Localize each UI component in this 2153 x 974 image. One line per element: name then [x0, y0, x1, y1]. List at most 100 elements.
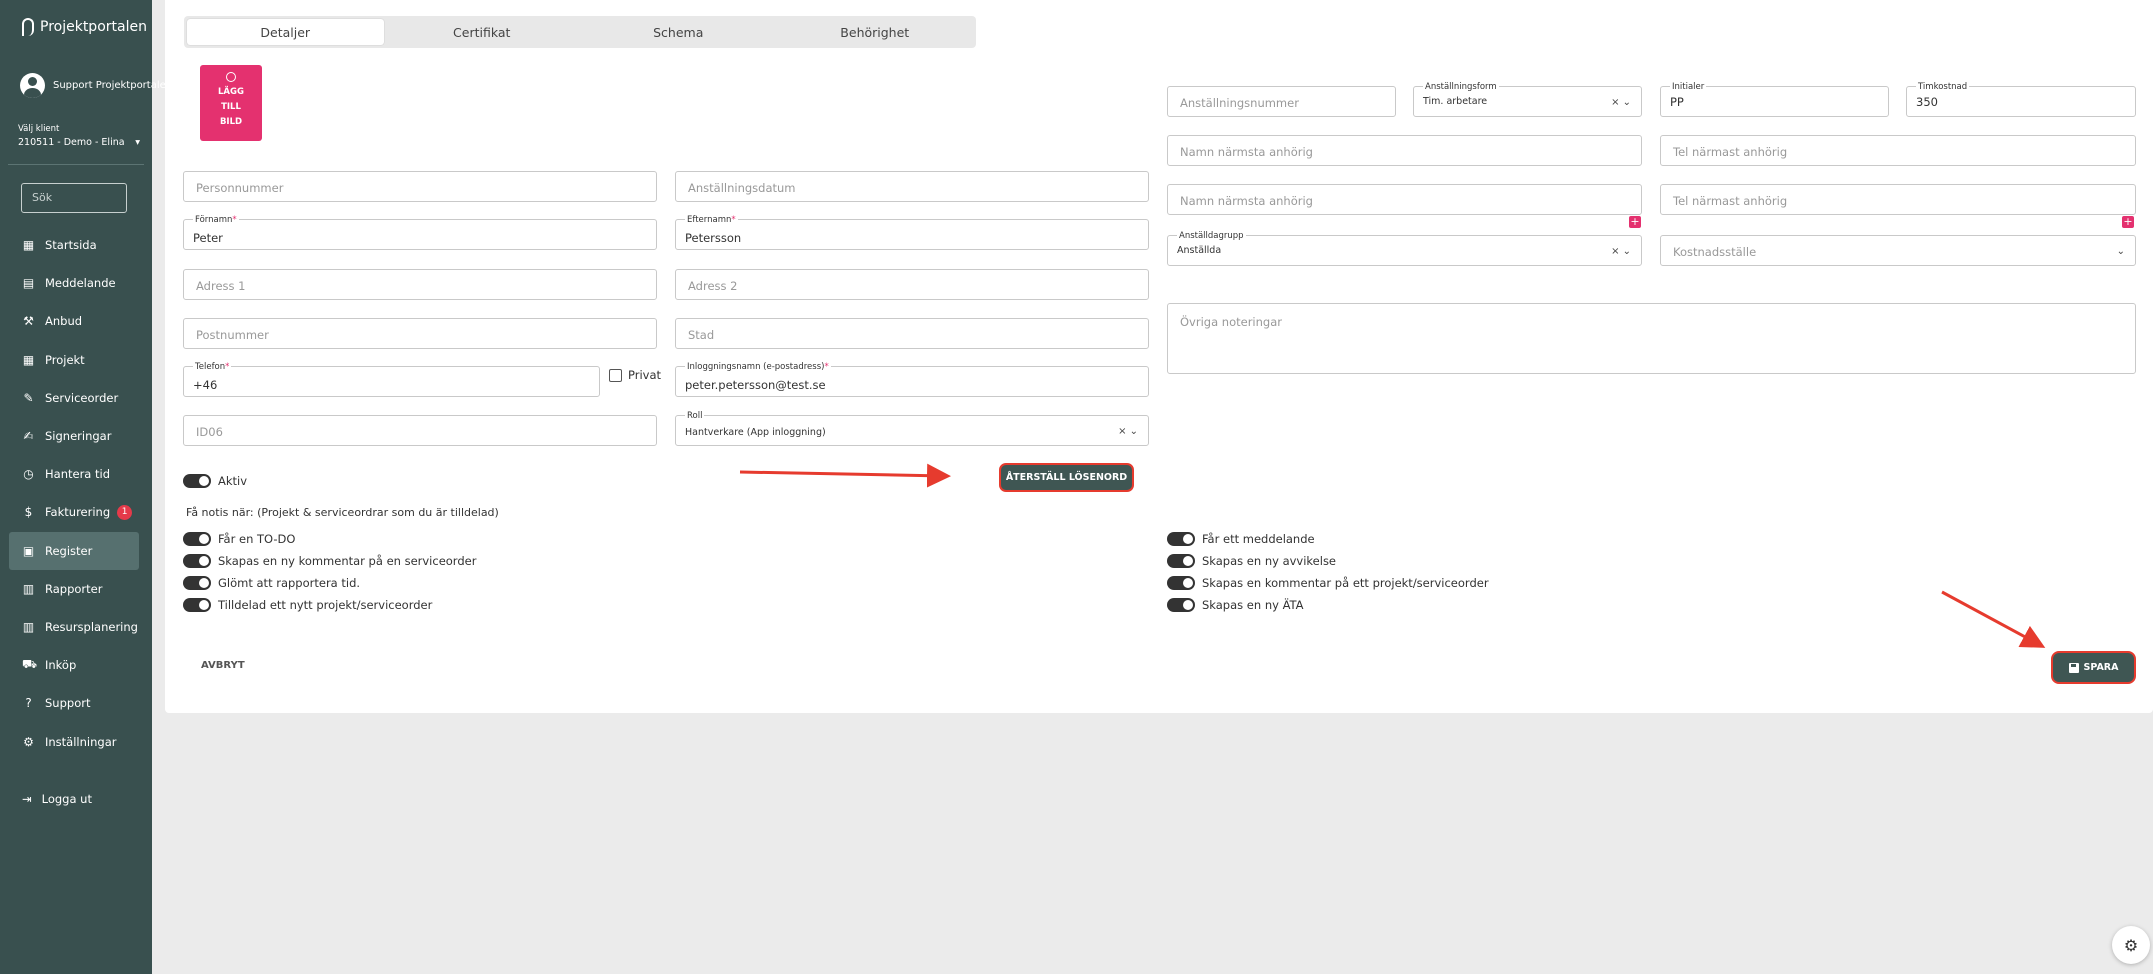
- stad-field[interactable]: Stad: [675, 318, 1149, 349]
- notis-right-row[interactable]: Skapas en ny ÄTA: [1167, 598, 1304, 612]
- efternamn-field[interactable]: Efternamn* Petersson: [675, 215, 1149, 250]
- add-picture-button[interactable]: LÄGG TILL BILD: [200, 65, 262, 141]
- caret-down-icon: ⌄: [2116, 246, 2125, 257]
- notis-toggle[interactable]: [1167, 554, 1195, 568]
- app-name: Projektportalen: [40, 19, 147, 35]
- tab-detaljer[interactable]: Detaljer: [187, 19, 384, 45]
- notis-toggle[interactable]: [183, 532, 211, 546]
- notis-toggle[interactable]: [1167, 598, 1195, 612]
- sidebar-item-fakturering[interactable]: $ Fakturering 1: [9, 493, 139, 531]
- sidebar-item-label: Inköp: [45, 658, 77, 673]
- anstallningsnummer-field[interactable]: Anställningsnummer: [1167, 86, 1396, 117]
- notis-left-row[interactable]: Glömt att rapportera tid.: [183, 576, 360, 590]
- tab-behorighet[interactable]: Behörighet: [777, 19, 974, 45]
- telefon-value: +46: [193, 378, 218, 392]
- client-select[interactable]: 210511 - Demo - Elina ▾: [18, 137, 140, 148]
- notis-toggle[interactable]: [1167, 532, 1195, 546]
- sidebar-item-anbud[interactable]: ⚒ Anbud: [9, 302, 139, 340]
- notis-label: Skapas en ny avvikelse: [1202, 554, 1337, 568]
- adress1-field[interactable]: Adress 1: [183, 269, 657, 300]
- sidebar-item-signeringar[interactable]: ✍ Signeringar: [9, 417, 139, 455]
- sidebar-item-meddelande[interactable]: ▤ Meddelande: [9, 264, 139, 302]
- calendar-icon: ▥: [22, 619, 35, 634]
- ovriga-placeholder: Övriga noteringar: [1180, 315, 1282, 329]
- notis-right-row[interactable]: Skapas en kommentar på ett projekt/servi…: [1167, 576, 1489, 590]
- clear-caret-icon[interactable]: × ⌄: [1611, 246, 1631, 257]
- notis-left-row[interactable]: Tilldelad ett nytt projekt/serviceorder: [183, 598, 432, 612]
- tab-schema[interactable]: Schema: [580, 19, 777, 45]
- tab-certifikat[interactable]: Certifikat: [384, 19, 581, 45]
- logout-link[interactable]: ⇥ Logga ut: [22, 792, 92, 806]
- adress2-field[interactable]: Adress 2: [675, 269, 1149, 300]
- notis-left-row[interactable]: Får en TO-DO: [183, 532, 295, 546]
- sidebar-item-serviceorder[interactable]: ✎ Serviceorder: [9, 379, 139, 417]
- sidebar-item-inköp[interactable]: ⛟ Inköp: [9, 646, 139, 684]
- notis-toggle[interactable]: [1167, 576, 1195, 590]
- fornamn-field[interactable]: Förnamn* Peter: [183, 215, 657, 250]
- personnummer-placeholder: Personnummer: [196, 181, 284, 195]
- postnummer-field[interactable]: Postnummer: [183, 318, 657, 349]
- sidebar-item-label: Hantera tid: [45, 467, 111, 482]
- client-value: 210511 - Demo - Elina: [18, 137, 125, 148]
- add-contact-plus-icon[interactable]: +: [1629, 216, 1641, 228]
- anstalldagrupp-label: Anställdagrupp: [1177, 231, 1246, 241]
- notis-left-row[interactable]: Skapas en ny kommentar på en serviceorde…: [183, 554, 476, 568]
- privat-checkbox[interactable]: Privat: [609, 368, 661, 382]
- sidebar-item-rapporter[interactable]: ▥ Rapporter: [9, 570, 139, 608]
- save-button[interactable]: SPARA: [2051, 651, 2136, 684]
- clock-icon: ◷: [23, 467, 34, 482]
- sidebar-item-startsida[interactable]: ▦ Startsida: [9, 226, 139, 264]
- clear-caret-icon[interactable]: × ⌄: [1611, 97, 1631, 108]
- reset-password-button[interactable]: ÅTERSTÄLL LÖSENORD: [999, 463, 1134, 492]
- add-phone-plus-icon[interactable]: +: [2122, 216, 2134, 228]
- tel-anhorig-1-field[interactable]: Tel närmast anhörig: [1660, 135, 2136, 166]
- telefon-field[interactable]: Telefon* +46: [183, 362, 600, 397]
- namn-anhorig-2-field[interactable]: Namn närmsta anhörig: [1167, 184, 1642, 215]
- notis-label: Skapas en ny kommentar på en serviceorde…: [218, 554, 477, 568]
- anstallningsdatum-field[interactable]: Anställningsdatum: [675, 171, 1149, 202]
- notis-toggle[interactable]: [183, 598, 211, 612]
- cancel-button[interactable]: AVBRYT: [201, 660, 245, 671]
- anstallningsform-value: Tim. arbetare: [1423, 96, 1488, 107]
- notis-right-row[interactable]: Skapas en ny avvikelse: [1167, 554, 1336, 568]
- client-label: Välj klient: [18, 124, 60, 134]
- search-input[interactable]: Sök: [21, 183, 127, 213]
- notis-toggle[interactable]: [183, 554, 211, 568]
- sidebar-item-label: Support: [45, 696, 91, 711]
- settings-fab-gear-icon[interactable]: ⚙: [2112, 926, 2150, 964]
- user-profile[interactable]: Support Projektportalen: [20, 73, 172, 98]
- notis-label: Tilldelad ett nytt projekt/serviceorder: [218, 598, 433, 612]
- anstallningsform-select[interactable]: Anställningsform Tim. arbetare × ⌄: [1413, 82, 1642, 117]
- logo-icon: [22, 18, 34, 36]
- anstalldagrupp-select[interactable]: Anställdagrupp Anställda × ⌄: [1167, 231, 1642, 266]
- notis-toggle[interactable]: [183, 576, 211, 590]
- sidebar-item-projekt[interactable]: ▦ Projekt: [9, 341, 139, 379]
- ovriga-noteringar-field[interactable]: Övriga noteringar: [1167, 303, 2136, 374]
- sidebar-item-support[interactable]: ? Support: [9, 684, 139, 722]
- dashboard-icon: ▦: [22, 238, 35, 253]
- roll-select[interactable]: Roll Hantverkare (App inloggning) × ⌄: [675, 411, 1149, 446]
- initialer-field[interactable]: Initialer PP: [1660, 82, 1889, 117]
- kostnadsstalle-select[interactable]: Kostnadsställe ⌄: [1660, 235, 2136, 266]
- inloggningsnamn-field[interactable]: Inloggningsnamn (e-postadress)* peter.pet…: [675, 362, 1149, 397]
- app-logo[interactable]: Projektportalen: [22, 18, 147, 36]
- anstallningsdatum-placeholder: Anställningsdatum: [688, 181, 796, 195]
- grid-icon: ▦: [22, 352, 35, 367]
- sidebar-item-label: Serviceorder: [45, 390, 119, 405]
- avatar-icon: [20, 73, 45, 98]
- sidebar-item-register[interactable]: ▣ Register: [9, 531, 139, 570]
- notis-right-row[interactable]: Får ett meddelande: [1167, 532, 1315, 546]
- sidebar-item-inställningar[interactable]: ⚙ Inställningar: [9, 722, 139, 760]
- aktiv-toggle-row[interactable]: Aktiv: [183, 474, 247, 488]
- sidebar-item-resursplanering[interactable]: ▥ Resursplanering: [9, 608, 139, 646]
- sidebar-item-hantera tid[interactable]: ◷ Hantera tid: [9, 455, 139, 493]
- clear-caret-icon[interactable]: × ⌄: [1118, 426, 1138, 437]
- tel-anhorig-2-field[interactable]: Tel närmast anhörig: [1660, 184, 2136, 215]
- id06-field[interactable]: ID06: [183, 415, 657, 446]
- personnummer-field[interactable]: Personnummer: [183, 171, 657, 202]
- anstallningsnummer-placeholder: Anställningsnummer: [1180, 96, 1299, 110]
- timkostnad-field[interactable]: Timkostnad 350: [1906, 82, 2136, 117]
- stad-placeholder: Stad: [688, 328, 715, 342]
- namn-anhorig-1-field[interactable]: Namn närmsta anhörig: [1167, 135, 1642, 166]
- aktiv-toggle[interactable]: [183, 474, 211, 488]
